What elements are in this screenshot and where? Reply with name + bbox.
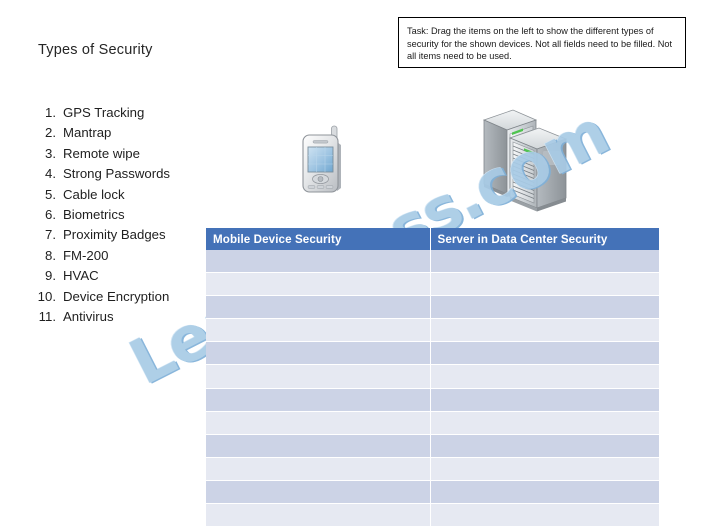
drop-cell-server[interactable] xyxy=(430,411,659,435)
list-item-label: FM-200 xyxy=(63,247,109,263)
table-row xyxy=(206,457,659,481)
list-item[interactable]: 7. Proximity Badges xyxy=(30,227,220,247)
list-item-label: HVAC xyxy=(63,268,99,284)
list-item-number: 7. xyxy=(45,227,56,243)
drop-cell-mobile[interactable] xyxy=(206,272,431,297)
table-row xyxy=(206,480,659,505)
table-row xyxy=(206,388,659,412)
table-row xyxy=(206,503,659,526)
list-item-number: 11. xyxy=(38,308,56,324)
drop-cell-mobile[interactable] xyxy=(206,250,431,274)
drop-cell-server[interactable] xyxy=(430,318,659,343)
column-header-server-data-center-security: Server in Data Center Security xyxy=(430,228,659,250)
drop-cell-server[interactable] xyxy=(430,480,659,505)
list-item-label: Remote wipe xyxy=(63,145,140,161)
list-item[interactable]: 8. FM-200 xyxy=(30,248,220,268)
page-title: Types of Security xyxy=(38,42,153,58)
list-item-number: 2. xyxy=(45,125,56,141)
security-item-list: 1. GPS Tracking 2. Mantrap 3. Remote wip… xyxy=(30,105,220,329)
drop-cell-server[interactable] xyxy=(430,388,659,412)
table-row xyxy=(206,272,659,297)
list-item-label: Antivirus xyxy=(63,308,114,324)
list-item-label: GPS Tracking xyxy=(63,105,145,120)
drop-cell-mobile[interactable] xyxy=(206,388,431,412)
drop-cell-server[interactable] xyxy=(430,295,659,320)
list-item-number: 10. xyxy=(37,288,56,304)
drop-cell-mobile[interactable] xyxy=(206,480,431,505)
list-item-number: 3. xyxy=(45,145,56,161)
list-item-label: Biometrics xyxy=(63,206,125,222)
list-item[interactable]: 5. Cable lock xyxy=(30,187,220,207)
drop-cell-mobile[interactable] xyxy=(206,411,431,435)
task-instruction-box: Task: Drag the items on the left to show… xyxy=(398,17,686,68)
drop-cell-server[interactable] xyxy=(430,341,659,366)
table-row xyxy=(206,295,659,320)
drop-cell-server[interactable] xyxy=(430,434,659,458)
list-item[interactable]: 11. Antivirus xyxy=(30,309,220,329)
list-item[interactable]: 3. Remote wipe xyxy=(30,146,220,166)
drop-cell-server[interactable] xyxy=(430,272,659,297)
drop-cell-mobile[interactable] xyxy=(206,341,431,366)
list-item[interactable]: 9. HVAC xyxy=(30,268,220,288)
table-row xyxy=(206,411,659,435)
table-row xyxy=(206,250,659,274)
list-item-number: 9. xyxy=(45,268,56,284)
drop-cell-mobile[interactable] xyxy=(206,295,431,320)
table-row xyxy=(206,434,659,458)
table-row xyxy=(206,318,659,343)
mobile-device-icon xyxy=(302,125,341,193)
list-item-label: Mantrap xyxy=(63,125,112,141)
table-header-row: Mobile Device Security Server in Data Ce… xyxy=(206,228,659,250)
list-item-label: Cable lock xyxy=(63,186,125,202)
drop-cell-server[interactable] xyxy=(430,503,659,526)
list-item-number: 6. xyxy=(45,206,56,222)
server-rack-icon xyxy=(482,109,568,212)
list-item-number: 8. xyxy=(45,247,56,263)
drop-cell-server[interactable] xyxy=(430,457,659,481)
drop-cell-server[interactable] xyxy=(430,250,659,274)
drop-cell-server[interactable] xyxy=(430,364,659,389)
exam-question-page: Types of Security Task: Drag the items o… xyxy=(0,0,714,526)
drop-cell-mobile[interactable] xyxy=(206,318,431,343)
list-item[interactable]: 10. Device Encryption xyxy=(30,289,220,309)
list-item-number: 5. xyxy=(45,186,56,202)
list-item-label: Strong Passwords xyxy=(63,166,171,182)
drop-cell-mobile[interactable] xyxy=(206,364,431,389)
drop-cell-mobile[interactable] xyxy=(206,503,431,526)
table-row xyxy=(206,364,659,389)
list-item-label: Device Encryption xyxy=(63,288,170,304)
drop-cell-mobile[interactable] xyxy=(206,457,431,481)
list-item[interactable]: 4. Strong Passwords xyxy=(30,166,220,186)
list-item-label: Proximity Badges xyxy=(63,227,166,243)
drop-cell-mobile[interactable] xyxy=(206,434,431,458)
list-item-number: 4. xyxy=(45,166,56,182)
table-row xyxy=(206,341,659,366)
list-item-number: 1. xyxy=(45,105,56,120)
answer-table: Mobile Device Security Server in Data Ce… xyxy=(206,228,659,526)
list-item[interactable]: 2. Mantrap xyxy=(30,125,220,145)
column-header-mobile-device-security: Mobile Device Security xyxy=(206,228,431,250)
list-item[interactable]: 6. Biometrics xyxy=(30,207,220,227)
list-item[interactable]: 1. GPS Tracking xyxy=(30,105,220,125)
task-instruction-text: Task: Drag the items on the left to show… xyxy=(407,26,673,62)
